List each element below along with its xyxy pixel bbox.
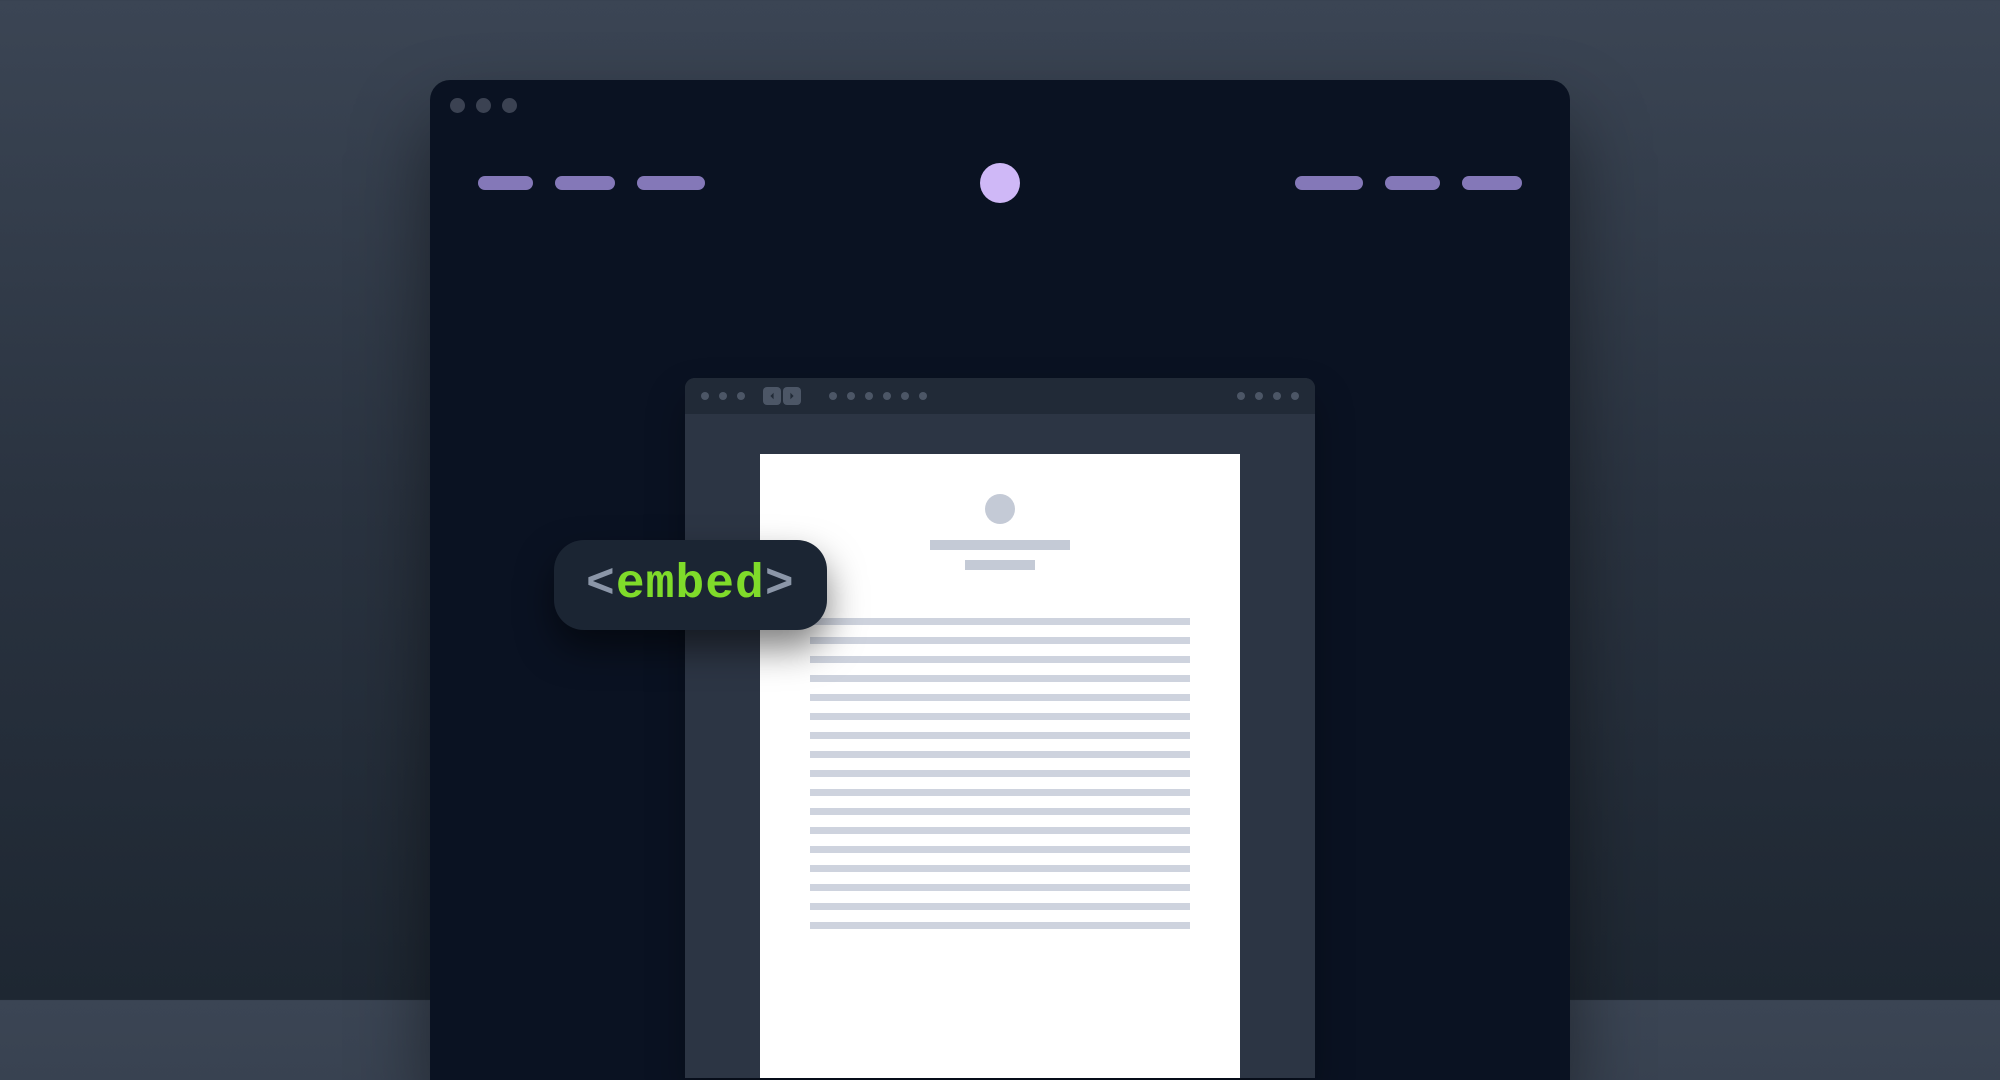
host-titlebar	[430, 80, 1570, 113]
document-body-line	[810, 675, 1190, 682]
nav-link[interactable]	[637, 176, 705, 190]
document-body-line	[810, 808, 1190, 815]
nav-link[interactable]	[478, 176, 533, 190]
document-body-line	[810, 637, 1190, 644]
nav-link[interactable]	[1295, 176, 1363, 190]
nav-right	[1295, 176, 1522, 190]
embedded-browser-window	[685, 378, 1315, 1078]
toolbar-dot-icon	[847, 392, 855, 400]
embedded-toolbar-mid	[821, 392, 1219, 400]
nav-left	[478, 176, 705, 190]
document-body-line	[810, 903, 1190, 910]
nav-link[interactable]	[1462, 176, 1522, 190]
document-body-line	[810, 694, 1190, 701]
close-icon[interactable]	[450, 98, 465, 113]
back-button[interactable]	[763, 387, 781, 405]
toolbar-dot-icon	[901, 392, 909, 400]
toolbar-dot-icon	[1291, 392, 1299, 400]
document-avatar-icon	[985, 494, 1015, 524]
toolbar-dot-icon	[865, 392, 873, 400]
open-bracket: <	[586, 558, 616, 612]
document-body-line	[810, 656, 1190, 663]
document-body-line	[810, 865, 1190, 872]
embedded-toolbar-right	[1237, 392, 1299, 400]
embedded-document	[760, 454, 1240, 1078]
close-bracket: >	[765, 558, 795, 612]
nav-link[interactable]	[555, 176, 615, 190]
toolbar-dot-icon	[919, 392, 927, 400]
toolbar-dot-icon	[1237, 392, 1245, 400]
nav-link[interactable]	[1385, 176, 1440, 190]
embedded-traffic-lights	[701, 392, 745, 400]
forward-button[interactable]	[783, 387, 801, 405]
document-body-line	[810, 618, 1190, 625]
toolbar-dot-icon	[1255, 392, 1263, 400]
site-logo-icon	[980, 163, 1020, 203]
toolbar-dot-icon	[829, 392, 837, 400]
document-body-line	[810, 770, 1190, 777]
embed-tag-badge: < embed >	[554, 540, 827, 630]
document-subtitle-placeholder	[965, 560, 1035, 570]
document-body-line	[810, 789, 1190, 796]
minimize-icon[interactable]	[719, 392, 727, 400]
document-title-placeholder	[930, 540, 1070, 550]
embedded-nav-arrows	[763, 387, 803, 405]
document-body-line	[810, 713, 1190, 720]
maximize-icon[interactable]	[737, 392, 745, 400]
document-body-line	[810, 751, 1190, 758]
toolbar-dot-icon	[883, 392, 891, 400]
host-site-header	[430, 113, 1570, 203]
embedded-toolbar	[685, 378, 1315, 414]
host-browser-window: < embed >	[430, 80, 1570, 1080]
document-body-line	[810, 922, 1190, 929]
document-body-line	[810, 884, 1190, 891]
document-body-line	[810, 732, 1190, 739]
maximize-icon[interactable]	[502, 98, 517, 113]
minimize-icon[interactable]	[476, 98, 491, 113]
tag-name: embed	[616, 558, 765, 612]
document-body-line	[810, 827, 1190, 834]
close-icon[interactable]	[701, 392, 709, 400]
document-body-line	[810, 846, 1190, 853]
toolbar-dot-icon	[1273, 392, 1281, 400]
